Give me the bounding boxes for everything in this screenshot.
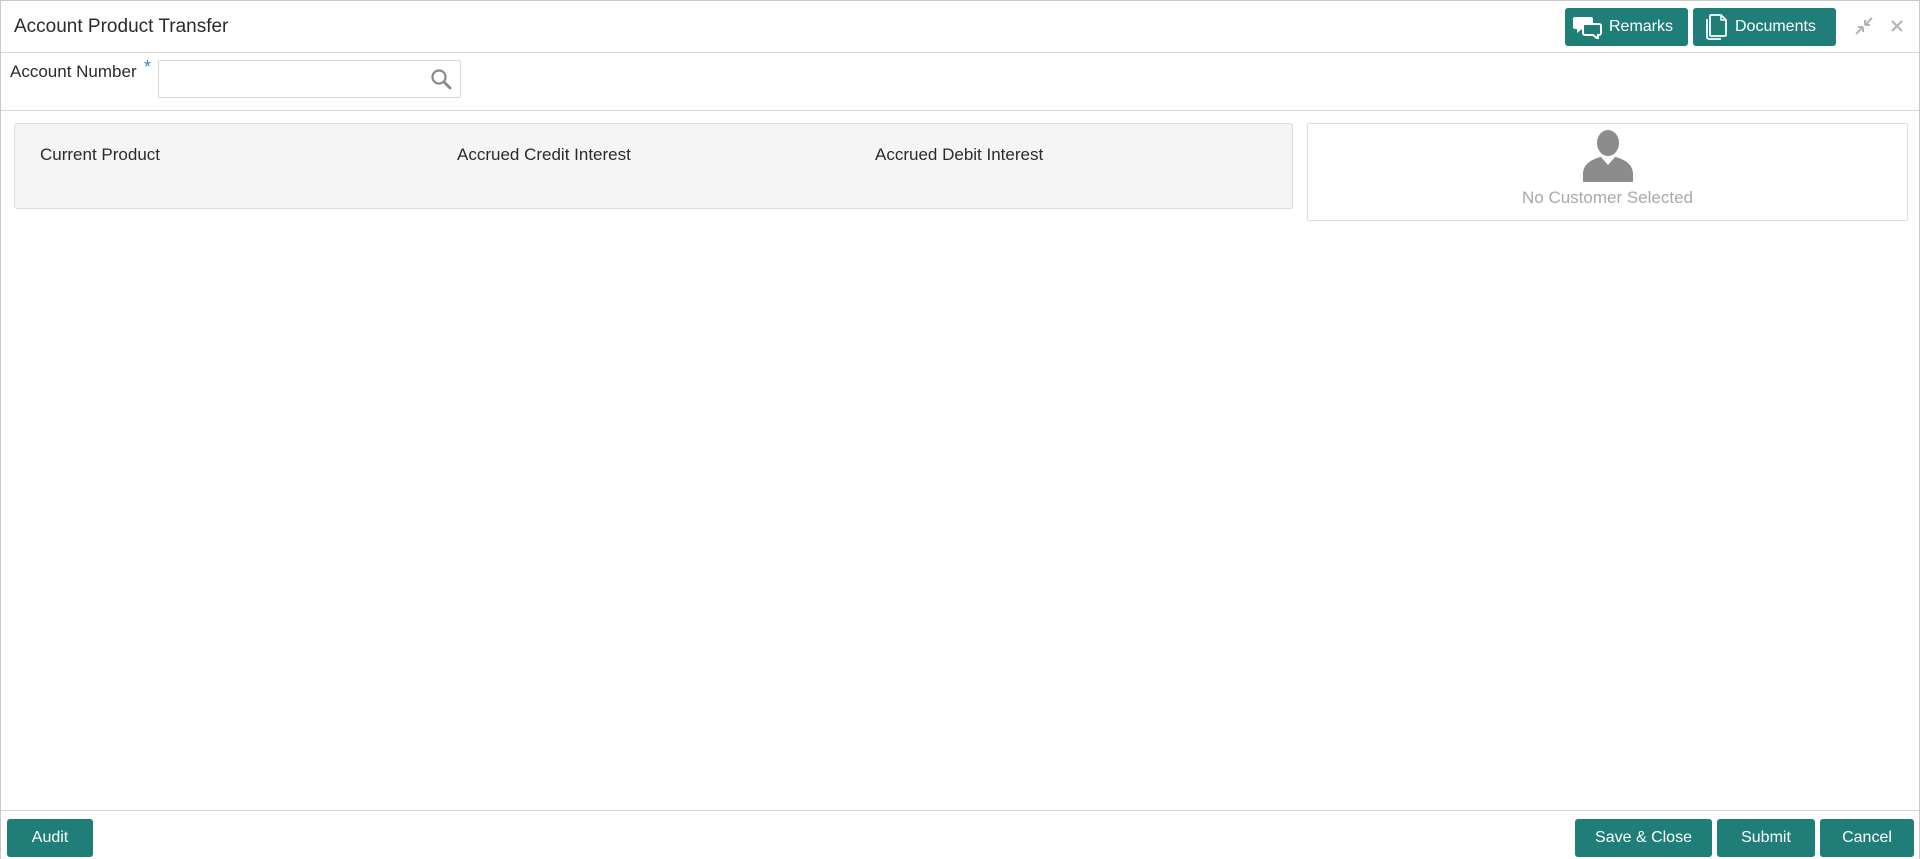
- no-customer-text: No Customer Selected: [1521, 188, 1694, 207]
- minimize-icon[interactable]: [1853, 15, 1875, 37]
- product-info-panel: Current Product Accrued Credit Interest …: [14, 123, 1293, 209]
- current-product-label: Current Product: [40, 145, 160, 164]
- page-title: Account Product Transfer: [14, 16, 229, 37]
- search-icon[interactable]: [429, 67, 453, 91]
- account-number-input[interactable]: [158, 60, 461, 98]
- cancel-button[interactable]: Cancel: [1820, 819, 1914, 857]
- documents-button[interactable]: Documents: [1693, 8, 1836, 46]
- chat-bubbles-icon: [1573, 15, 1603, 39]
- remarks-button[interactable]: Remarks: [1565, 8, 1688, 46]
- documents-label: Documents: [1735, 18, 1816, 35]
- action-footer: Audit Save & Close Submit Cancel: [1, 810, 1919, 859]
- accrued-debit-interest-label: Accrued Debit Interest: [875, 145, 1044, 164]
- accrued-credit-interest-label: Accrued Credit Interest: [457, 145, 631, 164]
- close-icon[interactable]: [1886, 15, 1908, 37]
- customer-panel: No Customer Selected: [1307, 123, 1908, 221]
- submit-button[interactable]: Submit: [1717, 819, 1815, 857]
- required-marker: *: [144, 57, 152, 77]
- window-header: Account Product Transfer Remarks Documen…: [1, 1, 1919, 53]
- account-product-transfer-window: Account Product Transfer Remarks Documen…: [0, 0, 1920, 859]
- audit-button[interactable]: Audit: [7, 819, 93, 857]
- account-number-row: Account Number *: [1, 53, 1919, 111]
- account-number-label: Account Number: [10, 62, 137, 81]
- documents-icon: [1705, 14, 1727, 40]
- save-close-button[interactable]: Save & Close: [1575, 819, 1712, 857]
- user-avatar-icon: [1579, 128, 1637, 182]
- remarks-label: Remarks: [1609, 18, 1674, 35]
